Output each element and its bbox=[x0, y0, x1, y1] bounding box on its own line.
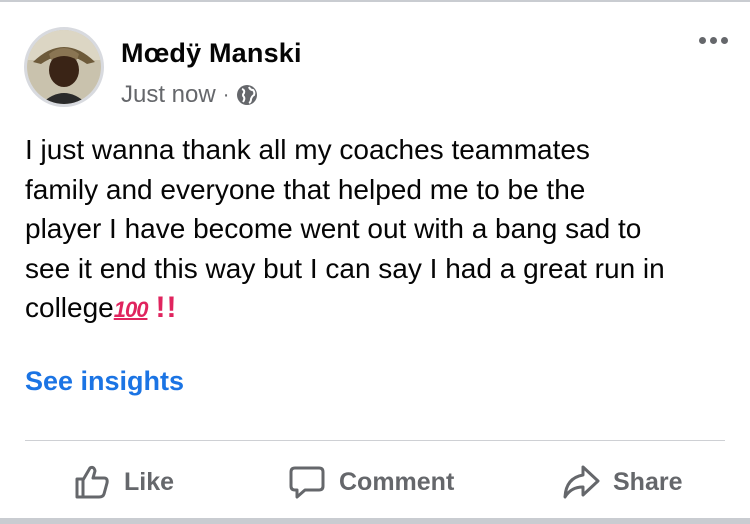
like-button[interactable]: Like bbox=[72, 457, 174, 507]
comment-label: Comment bbox=[339, 467, 455, 496]
hundred-points-emoji: 100 bbox=[113, 297, 149, 322]
share-label: Share bbox=[613, 467, 683, 496]
timestamp[interactable]: Just now bbox=[121, 81, 216, 109]
comment-button[interactable]: Comment bbox=[287, 457, 454, 507]
divider bbox=[25, 440, 725, 441]
post-text: I just wanna thank all my coaches teamma… bbox=[25, 134, 665, 323]
double-exclamation-emoji: !! bbox=[155, 291, 178, 324]
globe-icon[interactable] bbox=[236, 84, 258, 106]
comment-bubble-icon bbox=[289, 466, 325, 499]
avatar[interactable] bbox=[24, 27, 104, 107]
post-card: Mœdÿ Manski Just now · I just wanna than… bbox=[0, 2, 750, 518]
more-options-icon[interactable] bbox=[699, 37, 728, 44]
like-label: Like bbox=[124, 467, 175, 496]
post-body: I just wanna thank all my coaches teamma… bbox=[25, 130, 725, 330]
avatar-photo bbox=[27, 30, 101, 104]
feed-gap bbox=[0, 518, 750, 524]
post-meta: Just now · bbox=[121, 81, 258, 109]
meta-separator: · bbox=[222, 83, 230, 106]
share-arrow-icon bbox=[563, 465, 600, 499]
dot bbox=[699, 37, 706, 44]
dot bbox=[710, 37, 717, 44]
share-button[interactable]: Share bbox=[561, 457, 682, 507]
author-name[interactable]: Mœdÿ Manski bbox=[121, 38, 302, 69]
dot bbox=[721, 37, 728, 44]
thumbs-up-icon bbox=[75, 465, 109, 499]
see-insights-link[interactable]: See insights bbox=[25, 366, 184, 397]
